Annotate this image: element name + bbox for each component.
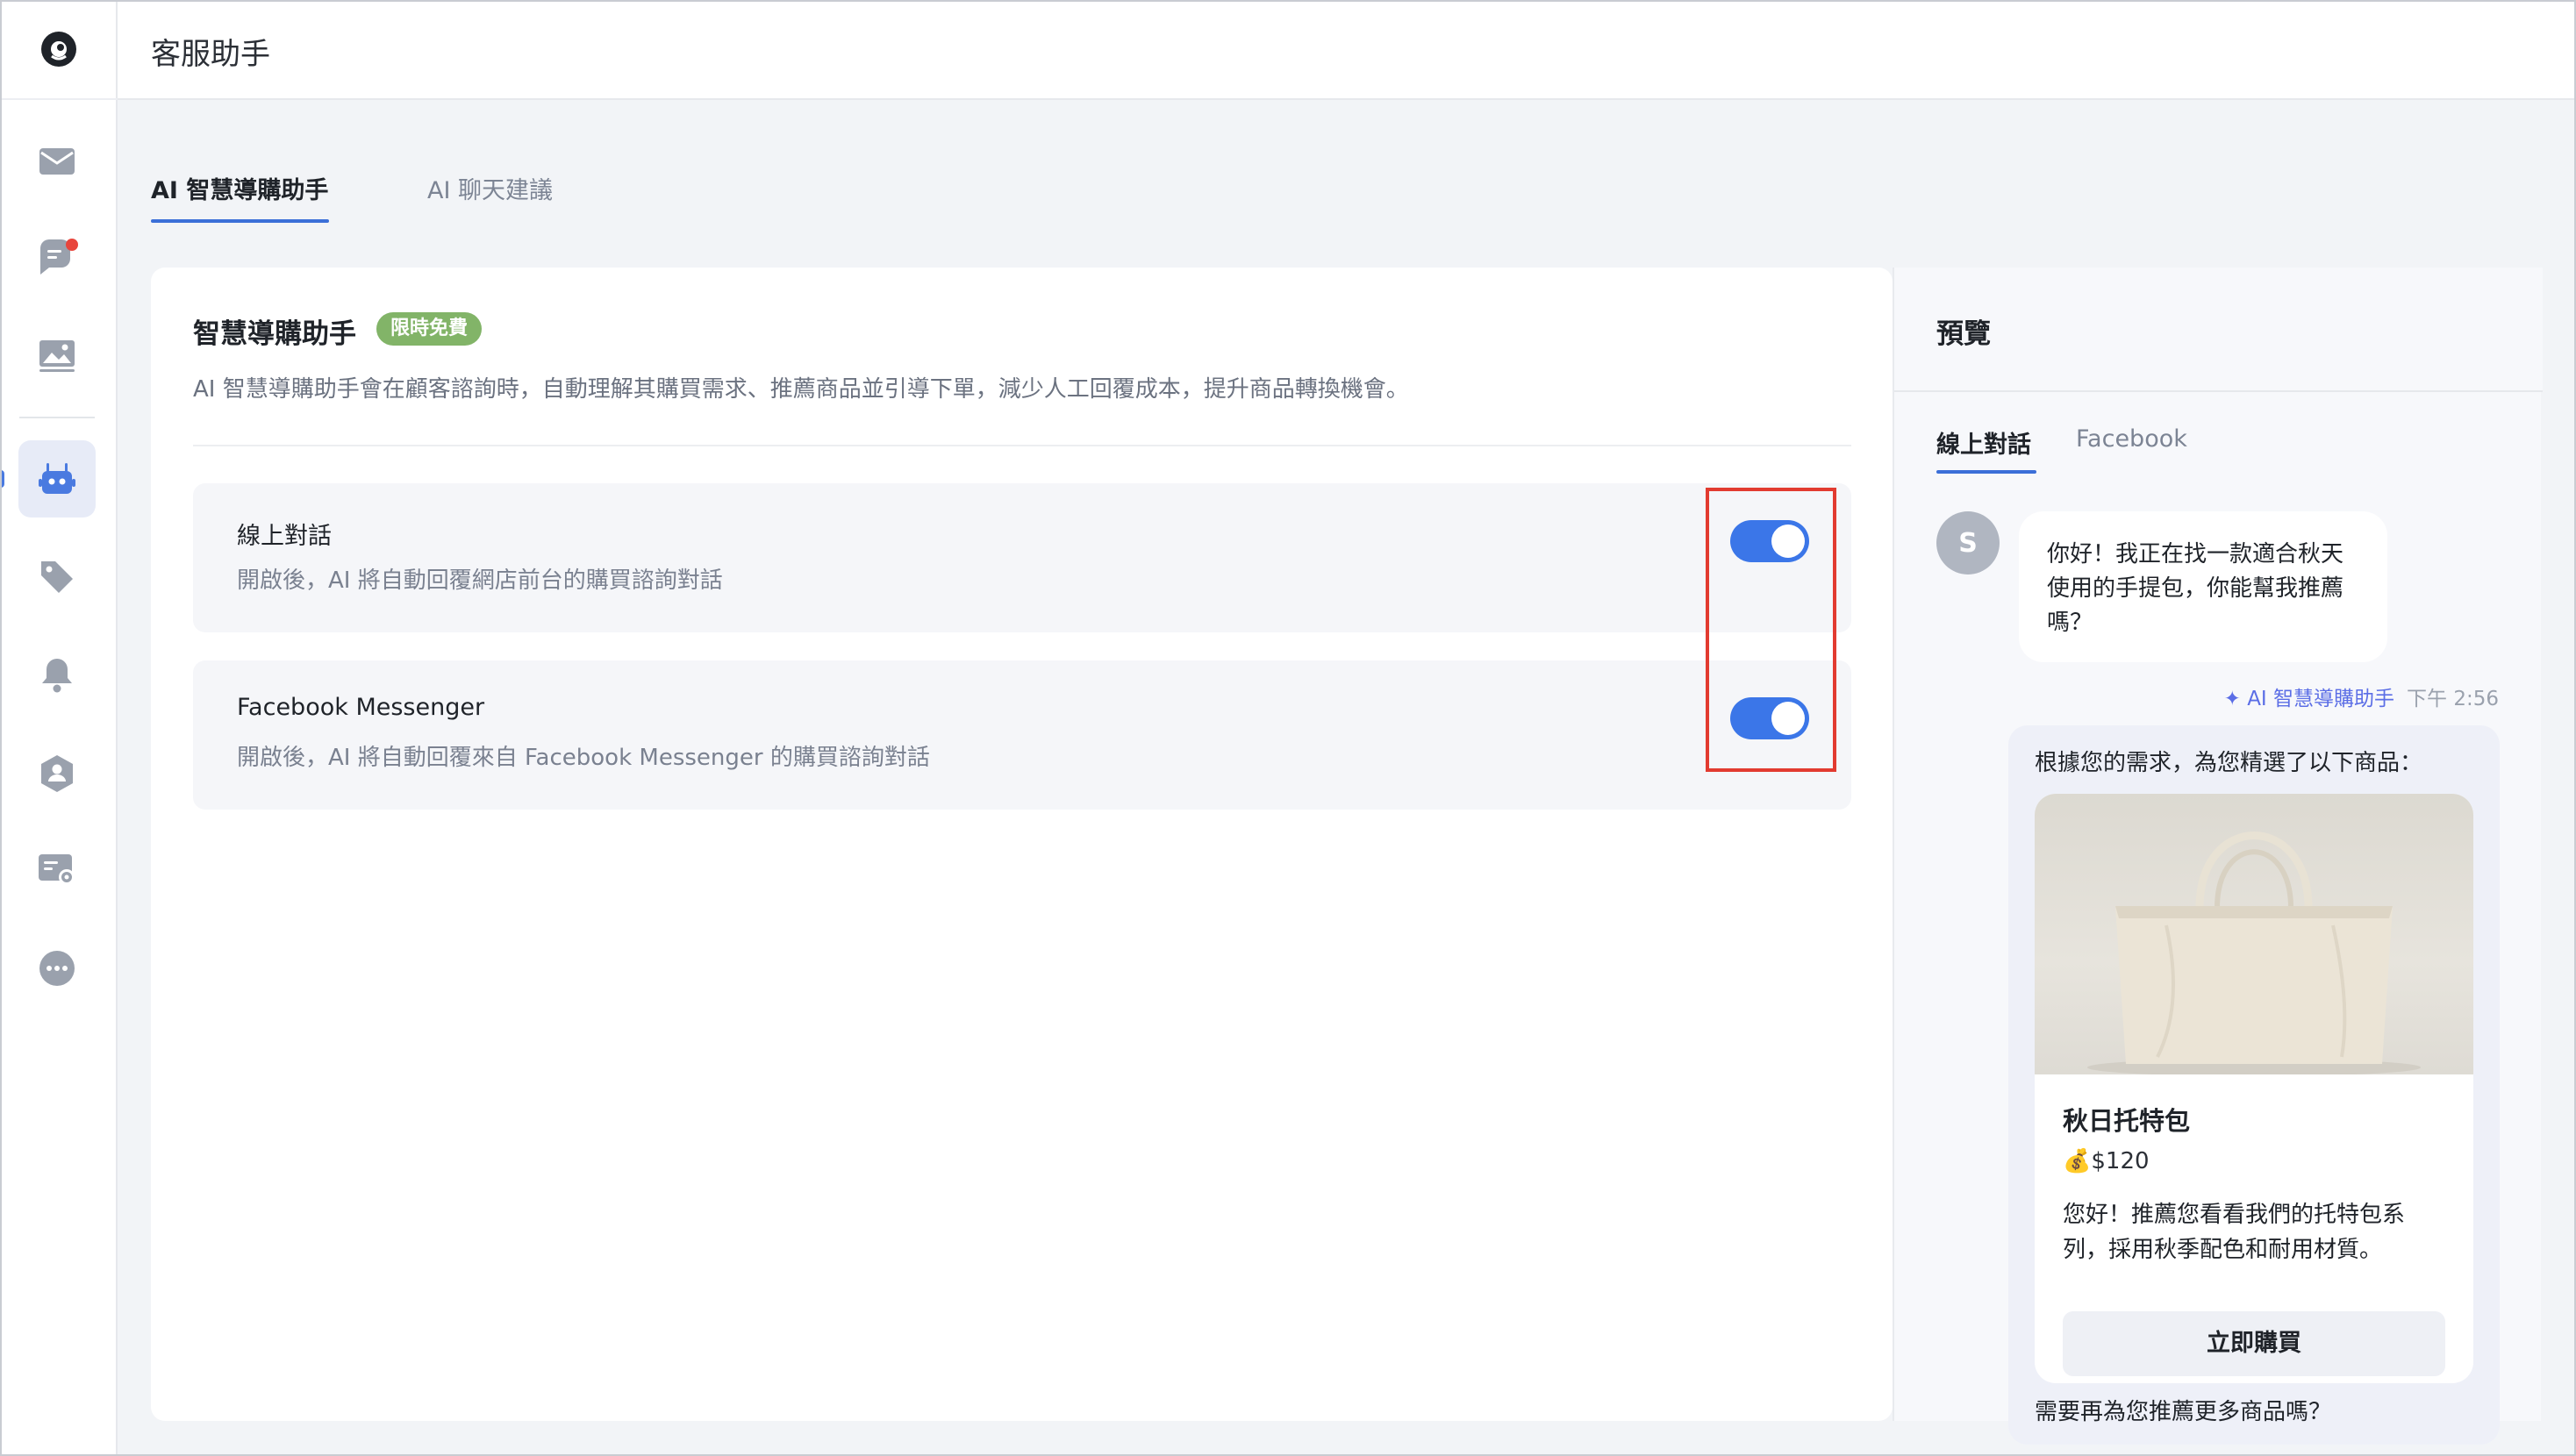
channel-title: Facebook Messenger xyxy=(237,694,485,721)
page-title: 客服助手 xyxy=(151,37,270,72)
preview-header: 預覽 xyxy=(1894,268,2543,392)
preview-title: 預覽 xyxy=(1936,318,1991,350)
preview-panel: 預覽 線上對話 Facebook S 你好！我正在找一款適合秋天使用的手提包，你… xyxy=(1893,268,2543,1445)
user-message-bubble: 你好！我正在找一款適合秋天使用的手提包，你能幫我推薦嗎？ xyxy=(2019,511,2387,662)
settings-card: 智慧導購助手 限時免費 AI 智慧導購助手會在顧客諮詢時，自動理解其購買需求、推… xyxy=(151,268,1893,1421)
sidebar-item-more[interactable] xyxy=(18,930,96,1007)
more-icon xyxy=(39,951,75,986)
buy-now-button[interactable]: 立即購買 xyxy=(2063,1311,2445,1376)
ai-message-meta: ✦ AI 智慧導購助手 下午 2:56 xyxy=(2224,682,2499,711)
sidebar-item-notifications[interactable] xyxy=(18,636,96,713)
robot-icon xyxy=(39,463,75,494)
sidebar-divider xyxy=(19,417,95,418)
ai-intro-text: 根據您的需求，為您精選了以下商品： xyxy=(2035,750,2423,776)
active-nav-indicator xyxy=(0,470,4,488)
user-avatar: S xyxy=(1936,511,2000,575)
product-name: 秋日托特包 xyxy=(2063,1106,2191,1136)
settings-title: 智慧導購助手 xyxy=(193,318,356,350)
bell-icon xyxy=(42,659,72,693)
image-icon xyxy=(39,340,75,372)
sidebar xyxy=(0,0,118,1456)
product-price: 💰$120 xyxy=(2063,1148,2150,1174)
toggle-highlight-box xyxy=(1706,488,1836,772)
channel-description: 開啟後，AI 將自動回覆網店前台的購買諮詢對話 xyxy=(237,567,723,594)
ai-followup-text: 需要再為您推薦更多商品嗎？ xyxy=(2035,1399,2332,1425)
top-bar: 客服助手 xyxy=(118,0,2576,100)
sidebar-item-chat[interactable] xyxy=(18,220,96,297)
preview-active-tab-underline xyxy=(1936,470,2036,474)
tab-ai-shopping-assistant[interactable]: AI 智慧導購助手 xyxy=(151,171,328,205)
tag-icon xyxy=(41,561,73,593)
tote-bag-image xyxy=(2087,831,2421,1076)
sidebar-item-settings[interactable] xyxy=(18,831,96,909)
preview-tab-online-chat[interactable]: 線上對話 xyxy=(1936,425,2031,460)
sidebar-item-media[interactable] xyxy=(18,318,96,395)
channel-description: 開啟後，AI 將自動回覆來自 Facebook Messenger 的購買諮詢對… xyxy=(237,745,930,771)
preview-tab-facebook[interactable]: Facebook xyxy=(2076,425,2187,453)
mail-icon xyxy=(39,148,75,175)
ai-assistant-label: ✦ AI 智慧導購助手 xyxy=(2223,688,2395,710)
settings-description: AI 智慧導購助手會在顧客諮詢時，自動理解其購買需求、推薦商品並引導下單，減少人… xyxy=(193,376,1409,403)
channel-row-online-chat: 線上對話 開啟後，AI 將自動回覆網店前台的購買諮詢對話 xyxy=(193,483,1851,632)
chat-icon xyxy=(39,239,78,275)
message-time: 下午 2:56 xyxy=(2407,688,2499,710)
product-card: 秋日托特包 💰$120 您好！推薦您看看我們的托特包系列，採用秋季配色和耐用材質… xyxy=(2035,794,2473,1383)
logo-icon xyxy=(41,32,76,67)
settings-divider xyxy=(193,445,1851,446)
user-group-icon xyxy=(41,755,73,792)
product-image xyxy=(2035,794,2473,1076)
tab-ai-chat-suggestions[interactable]: AI 聊天建議 xyxy=(427,171,553,205)
settings-card-icon xyxy=(39,854,75,885)
sidebar-item-contacts[interactable] xyxy=(18,735,96,812)
active-tab-underline xyxy=(151,219,329,223)
free-badge: 限時免費 xyxy=(376,312,483,346)
channel-title: 線上對話 xyxy=(237,523,332,550)
sidebar-item-tags[interactable] xyxy=(18,539,96,616)
app-logo[interactable] xyxy=(0,0,118,100)
sidebar-item-inbox[interactable] xyxy=(18,123,96,200)
ai-message-bubble: 根據您的需求，為您精選了以下商品： 秋日托特包 💰$120 您好！推薦您看看我們… xyxy=(2008,725,2500,1445)
sidebar-item-ai-assistant[interactable] xyxy=(18,440,96,517)
channel-row-facebook-messenger: Facebook Messenger 開啟後，AI 將自動回覆來自 Facebo… xyxy=(193,660,1851,810)
product-description: 您好！推薦您看看我們的托特包系列，採用秋季配色和耐用材質。 xyxy=(2063,1202,2406,1263)
